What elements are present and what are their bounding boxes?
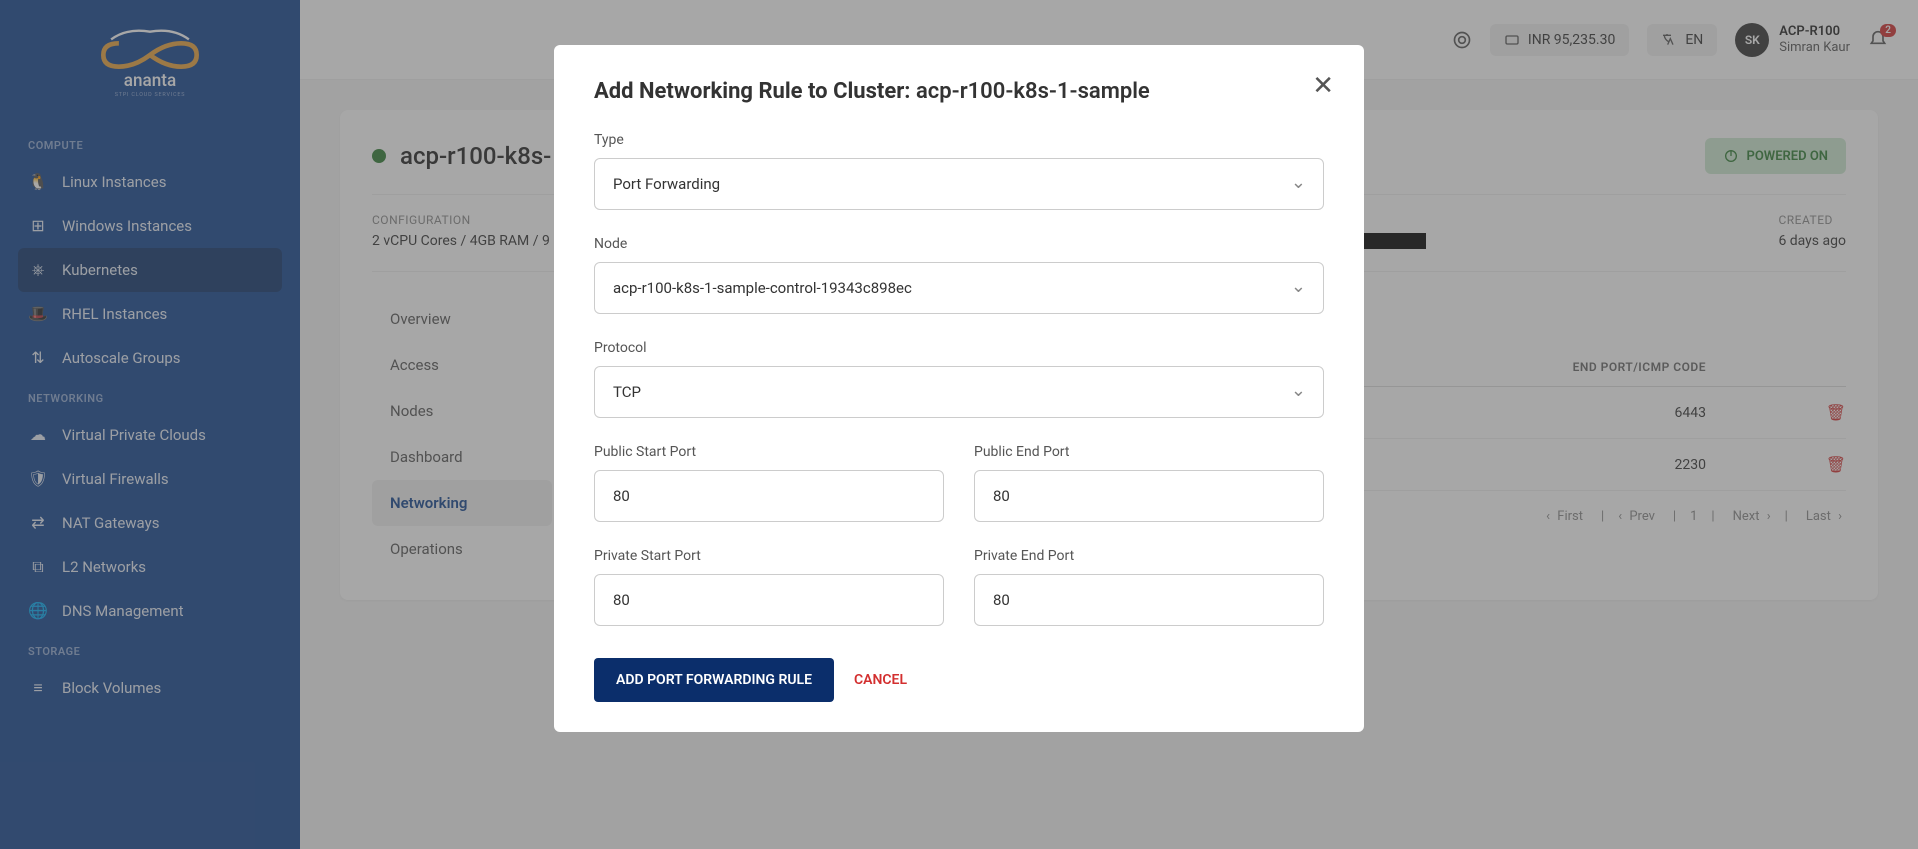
cancel-button[interactable]: CANCEL xyxy=(854,672,907,688)
type-select[interactable]: Port Forwarding xyxy=(594,158,1324,210)
public-end-port-input[interactable] xyxy=(974,470,1324,522)
protocol-label: Protocol xyxy=(594,340,1324,356)
public-start-port-input[interactable] xyxy=(594,470,944,522)
modal-overlay: ✕ Add Networking Rule to Cluster: acp-r1… xyxy=(0,0,1918,849)
add-rule-button[interactable]: ADD PORT FORWARDING RULE xyxy=(594,658,834,702)
add-rule-modal: ✕ Add Networking Rule to Cluster: acp-r1… xyxy=(554,45,1364,732)
modal-title: Add Networking Rule to Cluster: acp-r100… xyxy=(594,79,1324,104)
private-start-port-input[interactable] xyxy=(594,574,944,626)
protocol-select[interactable]: TCP xyxy=(594,366,1324,418)
type-label: Type xyxy=(594,132,1324,148)
close-icon[interactable]: ✕ xyxy=(1312,71,1334,101)
node-label: Node xyxy=(594,236,1324,252)
private-end-port-input[interactable] xyxy=(974,574,1324,626)
node-select[interactable]: acp-r100-k8s-1-sample-control-19343c898e… xyxy=(594,262,1324,314)
